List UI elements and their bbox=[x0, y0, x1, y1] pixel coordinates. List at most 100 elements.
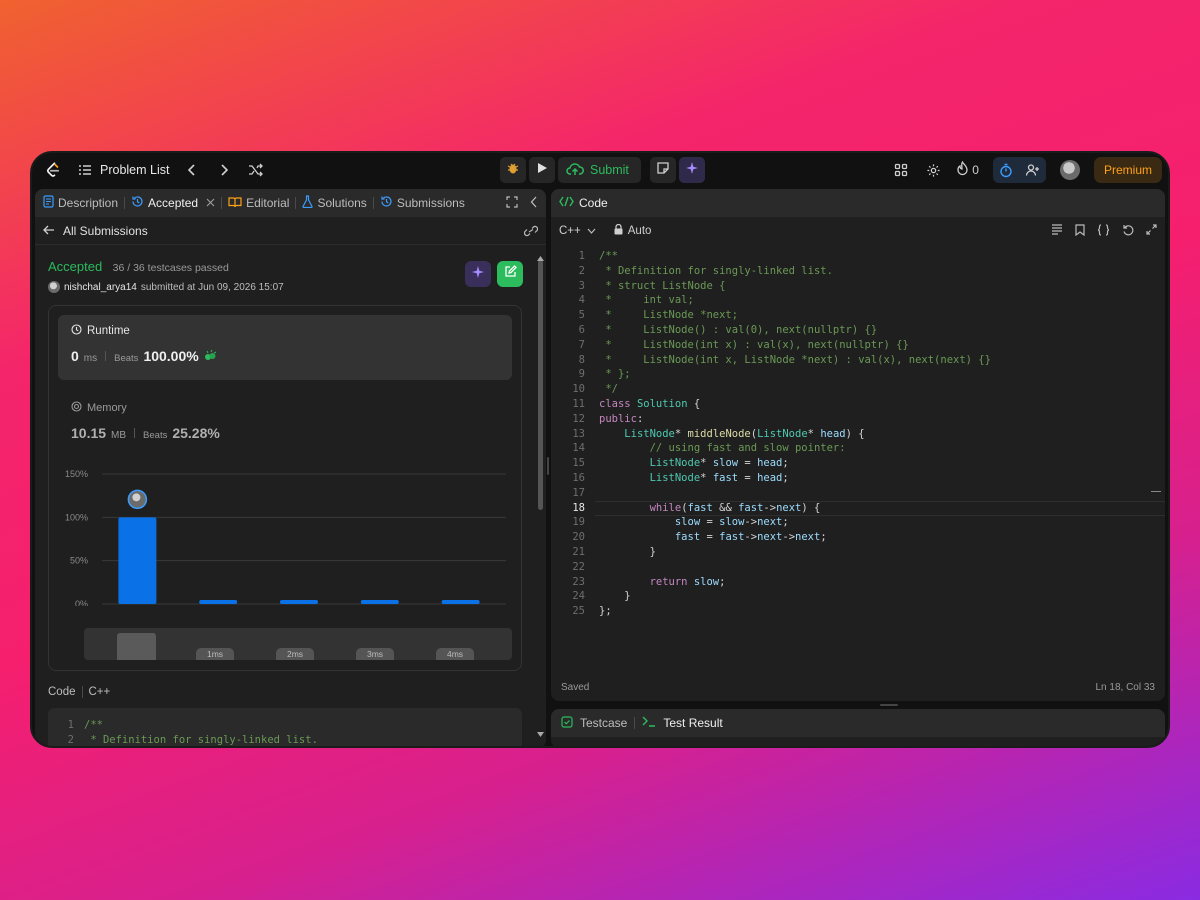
chart-bar-2ms[interactable] bbox=[280, 600, 318, 604]
all-submissions-link[interactable]: All Submissions bbox=[63, 224, 148, 238]
code-line[interactable]: 14 // using fast and slow pointer: bbox=[551, 441, 1165, 456]
runtime-card[interactable]: Runtime 0 ms Beats 100.00% bbox=[58, 315, 512, 380]
write-solution-button[interactable] bbox=[497, 261, 523, 287]
code-line[interactable]: 7 * ListNode(int x) : val(x), next(nullp… bbox=[551, 338, 1165, 353]
code-line[interactable]: 5 * ListNode *next; bbox=[551, 308, 1165, 323]
debug-button[interactable] bbox=[500, 157, 526, 183]
gear-icon[interactable] bbox=[924, 161, 942, 179]
layout-grid-icon[interactable] bbox=[892, 161, 910, 179]
chart-bar-3ms[interactable] bbox=[360, 600, 399, 604]
distribution-scroll-strip[interactable]: 1ms 2ms 3ms 4ms bbox=[84, 628, 512, 660]
user-avatar[interactable] bbox=[1059, 160, 1080, 180]
stopwatch-icon[interactable] bbox=[993, 157, 1019, 183]
code-editor[interactable]: 1 /** 2 * Definition for singly-linked lis… bbox=[551, 247, 1165, 667]
horizontal-splitter[interactable] bbox=[880, 704, 898, 706]
expand-icon[interactable] bbox=[1146, 224, 1157, 238]
submit-button[interactable]: Submit bbox=[558, 157, 641, 183]
scroll-up-icon[interactable] bbox=[537, 248, 544, 266]
bookmark-icon[interactable] bbox=[1075, 223, 1085, 239]
chart-bar-0ms[interactable] bbox=[118, 517, 157, 604]
arrow-left-icon[interactable] bbox=[43, 224, 55, 238]
problem-list-button[interactable]: Problem List bbox=[76, 161, 169, 179]
chevron-right-icon[interactable] bbox=[215, 161, 233, 179]
language-select[interactable]: C++ bbox=[559, 225, 596, 237]
code-line[interactable]: 11 class Solution { bbox=[551, 397, 1165, 412]
edit-icon bbox=[504, 265, 517, 283]
code-line[interactable]: 18 while(fast && fast->next) { bbox=[551, 500, 1165, 516]
line-number: 13 bbox=[572, 427, 585, 440]
code-line[interactable]: 20 fast = fast->next->next; bbox=[551, 530, 1165, 545]
curly-braces-icon[interactable] bbox=[1097, 223, 1110, 239]
left-scrollbar[interactable] bbox=[535, 246, 546, 746]
code-line[interactable]: 15 ListNode* slow = head; bbox=[551, 456, 1165, 471]
scroll-down-icon[interactable] bbox=[537, 724, 544, 742]
premium-button[interactable]: Premium bbox=[1093, 157, 1162, 183]
line-number: 4 bbox=[578, 294, 585, 307]
code-text: * Definition for singly-linked list. bbox=[84, 734, 318, 746]
runtime-value: 0 bbox=[71, 348, 79, 364]
code-line[interactable]: 2 * Definition for singly-linked list. bbox=[551, 264, 1165, 279]
code-line[interactable]: 1 /** bbox=[551, 249, 1165, 264]
chart-bar-4ms[interactable] bbox=[441, 600, 480, 604]
code-line[interactable]: 17 bbox=[551, 486, 1165, 501]
code-line[interactable]: 19 slow = slow->next; bbox=[551, 515, 1165, 530]
run-button[interactable] bbox=[529, 157, 555, 183]
tab-test-result[interactable]: Test Result bbox=[663, 716, 722, 730]
code-line[interactable]: 12 public: bbox=[551, 412, 1165, 427]
code-line[interactable]: 9 * }; bbox=[551, 367, 1165, 382]
left-scrollbar-thumb[interactable] bbox=[538, 260, 543, 510]
tab-testcase[interactable]: Testcase bbox=[580, 716, 627, 730]
code-line[interactable]: 22 bbox=[551, 560, 1165, 575]
code-section-language: C++ bbox=[88, 686, 111, 698]
code-line[interactable]: 6 * ListNode() : val(0), next(nullptr) {… bbox=[551, 323, 1165, 338]
close-icon[interactable] bbox=[206, 196, 215, 210]
fullscreen-icon[interactable] bbox=[506, 195, 518, 211]
description-icon bbox=[43, 195, 54, 211]
ai-assist-button[interactable] bbox=[678, 157, 705, 183]
code-text: fast = fast->next->next; bbox=[674, 531, 827, 544]
code-tab-label[interactable]: Code bbox=[579, 196, 608, 210]
tab-accepted[interactable]: Accepted bbox=[131, 195, 215, 211]
link-icon[interactable] bbox=[523, 225, 539, 240]
streak-counter[interactable]: 0 bbox=[956, 160, 979, 179]
sparkle-icon bbox=[685, 161, 699, 180]
timer-group bbox=[992, 157, 1046, 183]
code-line[interactable]: 10 */ bbox=[551, 382, 1165, 397]
notes-button[interactable] bbox=[649, 157, 676, 183]
chart-bar-1ms[interactable] bbox=[199, 600, 238, 604]
memory-title-label: Memory bbox=[87, 402, 127, 414]
code-line[interactable]: 3 * struct ListNode { bbox=[551, 279, 1165, 294]
code-line[interactable]: 16 ListNode* fast = head; bbox=[551, 471, 1165, 486]
code-line[interactable]: 24 } bbox=[551, 589, 1165, 604]
tab-submissions[interactable]: Submissions bbox=[380, 195, 465, 211]
code-line[interactable]: 13 ListNode* middleNode(ListNode* head) … bbox=[551, 427, 1165, 442]
collapse-left-icon[interactable] bbox=[530, 196, 538, 211]
shuffle-icon[interactable] bbox=[247, 161, 265, 179]
code-line[interactable]: 4 * int val; bbox=[551, 293, 1165, 308]
add-friend-icon[interactable] bbox=[1020, 157, 1046, 183]
line-number: 20 bbox=[572, 531, 585, 544]
tab-solutions[interactable]: Solutions bbox=[302, 195, 367, 211]
code-line[interactable]: 23 return slow; bbox=[551, 575, 1165, 590]
tab-editorial[interactable]: Editorial bbox=[228, 196, 289, 211]
auto-toggle[interactable]: Auto bbox=[614, 223, 651, 238]
code-brackets-icon bbox=[559, 196, 574, 210]
submission-status: Accepted 36 / 36 testcases passed nishch… bbox=[48, 258, 284, 293]
submitter-name[interactable]: nishchal_arya14 bbox=[64, 282, 137, 293]
reset-icon[interactable] bbox=[1122, 224, 1134, 239]
format-icon[interactable] bbox=[1051, 224, 1063, 238]
code-section-label: Code bbox=[48, 686, 76, 698]
code-line[interactable]: 8 * ListNode(int x, ListNode *next) : va… bbox=[551, 353, 1165, 368]
tab-description[interactable]: Description bbox=[43, 195, 118, 211]
code-line[interactable]: 25}; bbox=[551, 604, 1165, 619]
run-controls: Submit bbox=[500, 156, 705, 184]
ai-analyze-button[interactable] bbox=[465, 261, 491, 287]
memory-metric: 10.15 MB Beats 25.28% bbox=[71, 425, 220, 441]
leetcode-logo-icon[interactable] bbox=[44, 161, 62, 179]
note-icon bbox=[656, 161, 670, 180]
chevron-left-icon[interactable] bbox=[183, 161, 201, 179]
line-number: 8 bbox=[578, 353, 585, 366]
vertical-splitter[interactable] bbox=[547, 457, 549, 475]
memory-card[interactable]: Memory 10.15 MB Beats 25.28% bbox=[71, 401, 220, 441]
code-line[interactable]: 21 } bbox=[551, 545, 1165, 560]
